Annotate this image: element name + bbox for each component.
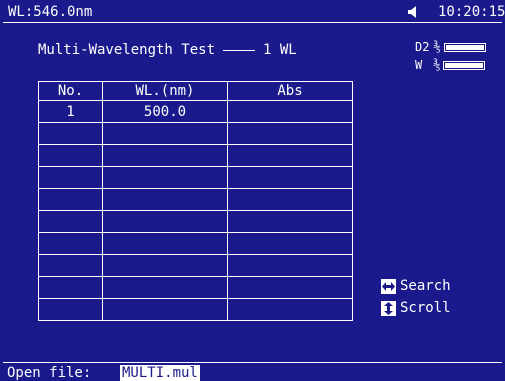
cell-abs [227, 276, 353, 299]
cell-no [38, 298, 103, 321]
table-row[interactable] [38, 298, 353, 321]
cell-no: 1 [38, 100, 103, 123]
search-hint: Search [381, 278, 451, 294]
table-row[interactable] [38, 144, 353, 167]
clock: 10:20:15 [438, 4, 505, 20]
cell-no [38, 144, 103, 167]
cell-abs [227, 232, 353, 255]
scroll-hint-label: Scroll [400, 300, 451, 316]
cell-wavelength [102, 232, 228, 255]
wavelength-readout: WL:546.0nm [8, 4, 93, 20]
scroll-hint: Scroll [381, 300, 451, 316]
cell-abs [227, 188, 353, 211]
open-file-name[interactable]: MULTI.mul [120, 365, 200, 381]
cell-abs [227, 254, 353, 277]
status-bar: WL:546.0nm 10:20:15 [3, 2, 505, 23]
cell-no [38, 122, 103, 145]
cell-abs [227, 144, 353, 167]
cell-wavelength [102, 144, 228, 167]
cell-abs [227, 210, 353, 233]
column-header-wavelength: WL.(nm) [102, 81, 228, 101]
cell-abs [227, 166, 353, 189]
search-hint-label: Search [400, 278, 451, 294]
cell-no [38, 232, 103, 255]
up-down-arrow-icon [381, 300, 396, 316]
cell-wavelength [102, 166, 228, 189]
column-header-abs: Abs [227, 81, 353, 101]
cell-abs [227, 100, 353, 123]
column-header-no: No. [38, 81, 103, 101]
table-row[interactable] [38, 232, 353, 255]
lamp-d2-symbol: ⅗ [433, 40, 441, 54]
cell-no [38, 210, 103, 233]
lamp-d2-bar [443, 43, 486, 52]
table-row[interactable] [38, 210, 353, 233]
left-right-arrow-icon [381, 278, 396, 294]
result-table: No. WL.(nm) Abs 1 500.0 [38, 81, 353, 321]
status-footer: Open file: MULTI.mul [3, 362, 502, 381]
cell-wavelength [102, 122, 228, 145]
test-mode: 1 WL [263, 42, 297, 58]
cell-abs [227, 298, 353, 321]
table-row[interactable] [38, 254, 353, 277]
cell-wavelength [102, 276, 228, 299]
table-row[interactable] [38, 122, 353, 145]
lamp-d2-label: D2 [415, 40, 430, 54]
cell-no [38, 166, 103, 189]
test-name: Multi-Wavelength Test [38, 42, 216, 58]
speaker-icon [408, 6, 416, 18]
cell-wavelength [102, 210, 228, 233]
lamp-w-label: W [415, 58, 423, 72]
cell-wavelength [102, 298, 228, 321]
table-row[interactable] [38, 166, 353, 189]
lamp-w-bar [443, 61, 486, 70]
open-file-label: Open file: [7, 365, 92, 381]
instrument-screen: WL:546.0nm 10:20:15 Multi-Wavelength Tes… [0, 0, 505, 381]
title-separator [223, 49, 256, 51]
cell-wavelength [102, 254, 228, 277]
lamp-d2-status: D2 ⅗ [415, 40, 486, 54]
table-header-row: No. WL.(nm) Abs [38, 81, 353, 101]
lamp-w-status: W⅗ [415, 58, 486, 72]
table-row[interactable] [38, 188, 353, 211]
cell-wavelength [102, 188, 228, 211]
lamp-w-symbol: ⅗ [433, 58, 441, 72]
cell-no [38, 188, 103, 211]
cell-no [38, 276, 103, 299]
cell-no [38, 254, 103, 277]
test-title: Multi-Wavelength Test 1 WL [38, 42, 297, 58]
cell-wavelength: 500.0 [102, 100, 228, 123]
cell-abs [227, 122, 353, 145]
table-row[interactable] [38, 276, 353, 299]
table-row[interactable]: 1 500.0 [38, 100, 353, 123]
